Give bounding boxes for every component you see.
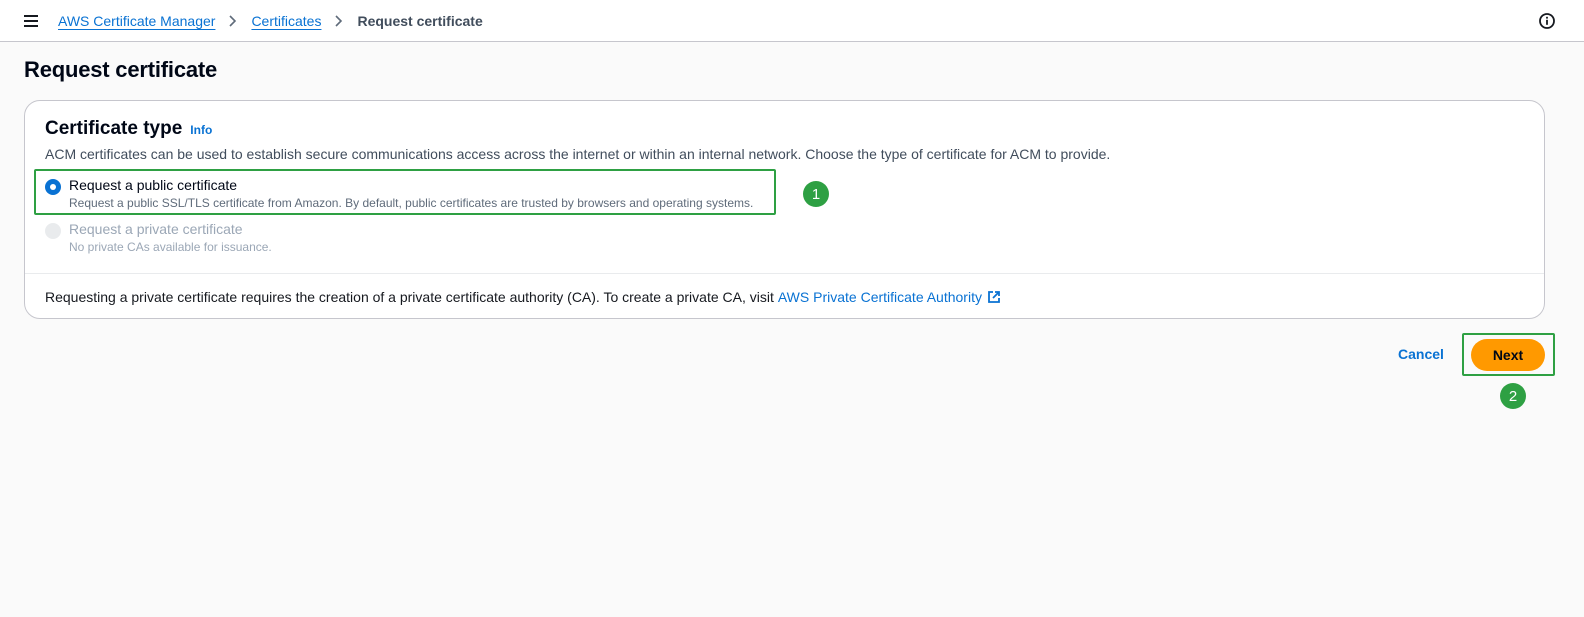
panel-header: Certificate type Info: [45, 118, 212, 140]
info-link[interactable]: Info: [190, 123, 212, 137]
breadcrumb-link-certificates[interactable]: Certificates: [251, 13, 321, 29]
panel-title: Certificate type: [45, 118, 183, 139]
radio-text-private: Request a private certificate No private…: [69, 221, 272, 254]
panel-footer: Requesting a private certificate require…: [45, 289, 1001, 305]
annotation-highlight-public-option: [34, 169, 776, 215]
breadcrumb: AWS Certificate Manager Certificates Req…: [58, 12, 483, 30]
hamburger-menu-icon[interactable]: [24, 14, 40, 28]
radio-sublabel-private: No private CAs available for issuance.: [69, 240, 272, 254]
private-ca-link-label: AWS Private Certificate Authority: [777, 289, 982, 305]
page-title: Request certificate: [24, 57, 218, 82]
chevron-right-icon: [335, 15, 343, 27]
top-navigation-bar: AWS Certificate Manager Certificates Req…: [0, 0, 1584, 42]
panel-description: ACM certificates can be used to establis…: [45, 146, 1111, 162]
breadcrumb-link-certificate-manager[interactable]: AWS Certificate Manager: [58, 13, 215, 29]
breadcrumb-current: Request certificate: [357, 13, 483, 29]
private-ca-link[interactable]: AWS Private Certificate Authority: [778, 289, 1001, 305]
annotation-step-badge-1: 1: [803, 181, 829, 207]
chevron-right-icon: [229, 15, 237, 27]
external-link-icon: [988, 291, 1000, 303]
info-circle-icon[interactable]: [1538, 12, 1556, 30]
annotation-step-badge-2: 2: [1500, 383, 1526, 409]
radio-option-private-certificate: Request a private certificate No private…: [45, 221, 272, 254]
next-button[interactable]: Next: [1471, 339, 1545, 371]
panel-divider: [25, 273, 1544, 274]
radio-label-private: Request a private certificate: [69, 221, 243, 237]
panel-footer-text: Requesting a private certificate require…: [45, 289, 774, 305]
cancel-button[interactable]: Cancel: [1398, 346, 1444, 362]
radio-button-disabled: [45, 223, 61, 239]
